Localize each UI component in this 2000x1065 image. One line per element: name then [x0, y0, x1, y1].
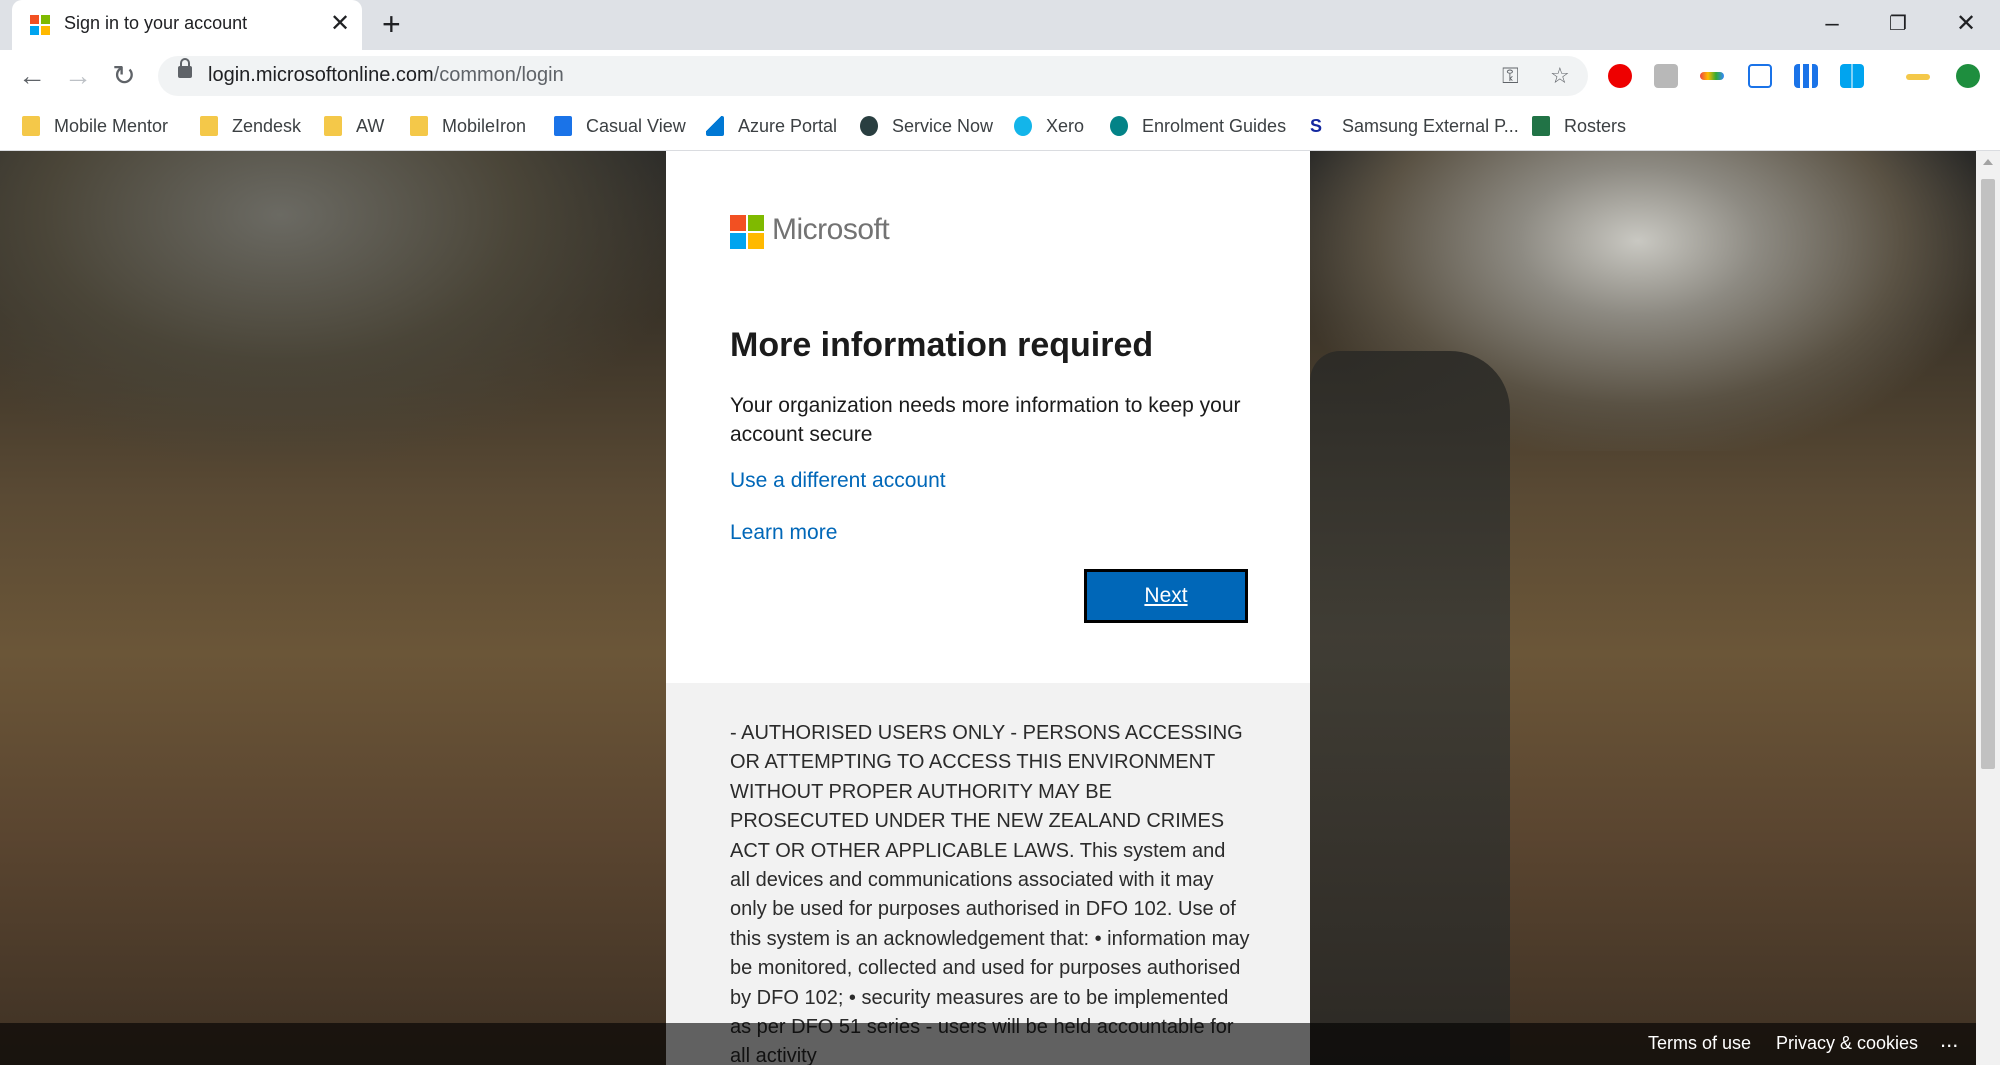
legal-notice-text: - AUTHORISED USERS ONLY - PERSONS ACCESS… [730, 722, 1250, 1065]
folder-icon [200, 116, 218, 136]
samsung-s-icon: S [1310, 116, 1323, 136]
xero-icon [1014, 116, 1032, 136]
opera-extension-icon[interactable] [1608, 64, 1632, 88]
scroll-thumb[interactable] [1981, 179, 1995, 769]
scroll-up-icon[interactable] [1983, 159, 1993, 165]
microsoft-logo-icon [730, 215, 764, 249]
footer: Terms of use Privacy & cookies ... [0, 1023, 1976, 1065]
excel-icon [1532, 116, 1550, 136]
use-different-account-link[interactable]: Use a different account [730, 469, 946, 493]
next-button[interactable]: Next [1084, 569, 1248, 623]
tab-strip: Sign in to your account ✕ + – ❐ ✕ [0, 0, 2000, 50]
reload-icon[interactable]: ↻ [106, 58, 142, 94]
folder-icon [22, 116, 40, 136]
bookmark-aw[interactable]: AW [324, 114, 384, 138]
page-background: Microsoft More information required Your… [0, 151, 1976, 1065]
notes-extension-icon[interactable] [1906, 74, 1930, 80]
terms-of-use-link[interactable]: Terms of use [1648, 1033, 1751, 1054]
microsoft-logo-text: Microsoft [772, 213, 890, 246]
grid-extension-icon[interactable] [1794, 64, 1818, 88]
bookmark-casual-view[interactable]: Casual View [554, 114, 686, 138]
folder-icon [324, 116, 342, 136]
profile-extension-icon[interactable] [1654, 64, 1678, 88]
azure-icon [706, 116, 724, 136]
forward-icon[interactable]: → [60, 58, 96, 94]
browser-toolbar: ← → ↻ login.microsoftonline.com/common/l… [0, 50, 2000, 102]
folder-icon [410, 116, 428, 136]
casual-view-icon [554, 116, 572, 136]
back-icon[interactable]: ← [14, 58, 50, 94]
bookmark-zendesk[interactable]: Zendesk [200, 114, 301, 138]
restore-icon[interactable]: ❐ [1878, 6, 1918, 42]
key-icon[interactable]: ⚿ [1502, 62, 1519, 90]
bookmark-service-now[interactable]: Service Now [860, 114, 993, 138]
privacy-cookies-link[interactable]: Privacy & cookies [1776, 1033, 1918, 1054]
background-mountain-left [0, 151, 700, 471]
browser-tab[interactable]: Sign in to your account ✕ [12, 0, 362, 50]
description-text: Your organization needs more information… [730, 394, 1241, 446]
screen-extension-icon[interactable] [1748, 64, 1772, 88]
sharepoint-icon [1110, 116, 1128, 136]
bookmark-samsung-external[interactable]: S Samsung External P... [1310, 114, 1519, 138]
bookmark-rosters[interactable]: Rosters [1532, 114, 1626, 138]
sign-in-card: Microsoft More information required Your… [666, 151, 1310, 683]
minimize-icon[interactable]: – [1812, 6, 1852, 42]
page-scrollbar[interactable] [1976, 151, 2000, 1065]
address-bar[interactable]: login.microsoftonline.com/common/login ⚿… [158, 56, 1588, 96]
rainbow-extension-icon[interactable] [1700, 72, 1724, 80]
learn-more-link[interactable]: Learn more [730, 521, 837, 545]
servicenow-icon [860, 116, 878, 136]
window-close-icon[interactable]: ✕ [1946, 6, 1986, 42]
bookmark-star-icon[interactable]: ☆ [1550, 62, 1570, 90]
windows-extension-icon[interactable] [1840, 64, 1864, 88]
tab-close-icon[interactable]: ✕ [330, 10, 350, 38]
bookmark-enrolment-guides[interactable]: Enrolment Guides [1110, 114, 1286, 138]
more-options-icon[interactable]: ... [1940, 1027, 1958, 1053]
bookmark-mobileiron[interactable]: MobileIron [410, 114, 526, 138]
legal-notice-panel: - AUTHORISED USERS ONLY - PERSONS ACCESS… [666, 683, 1310, 1065]
tab-title: Sign in to your account [64, 13, 248, 33]
bookmark-azure-portal[interactable]: Azure Portal [706, 114, 837, 138]
background-vehicle [1310, 351, 1510, 1065]
bookmark-xero[interactable]: Xero [1014, 114, 1084, 138]
bookmark-mobile-mentor[interactable]: Mobile Mentor [22, 114, 168, 138]
url-text[interactable]: login.microsoftonline.com/common/login [208, 64, 564, 87]
update-extension-icon[interactable] [1956, 64, 1980, 88]
lock-icon [178, 58, 192, 78]
microsoft-favicon-icon [30, 15, 50, 35]
page-title: More information required [730, 326, 1154, 364]
bookmarks-bar: Mobile Mentor Zendesk AW MobileIron Casu… [0, 102, 2000, 151]
new-tab-icon[interactable]: + [382, 6, 401, 42]
